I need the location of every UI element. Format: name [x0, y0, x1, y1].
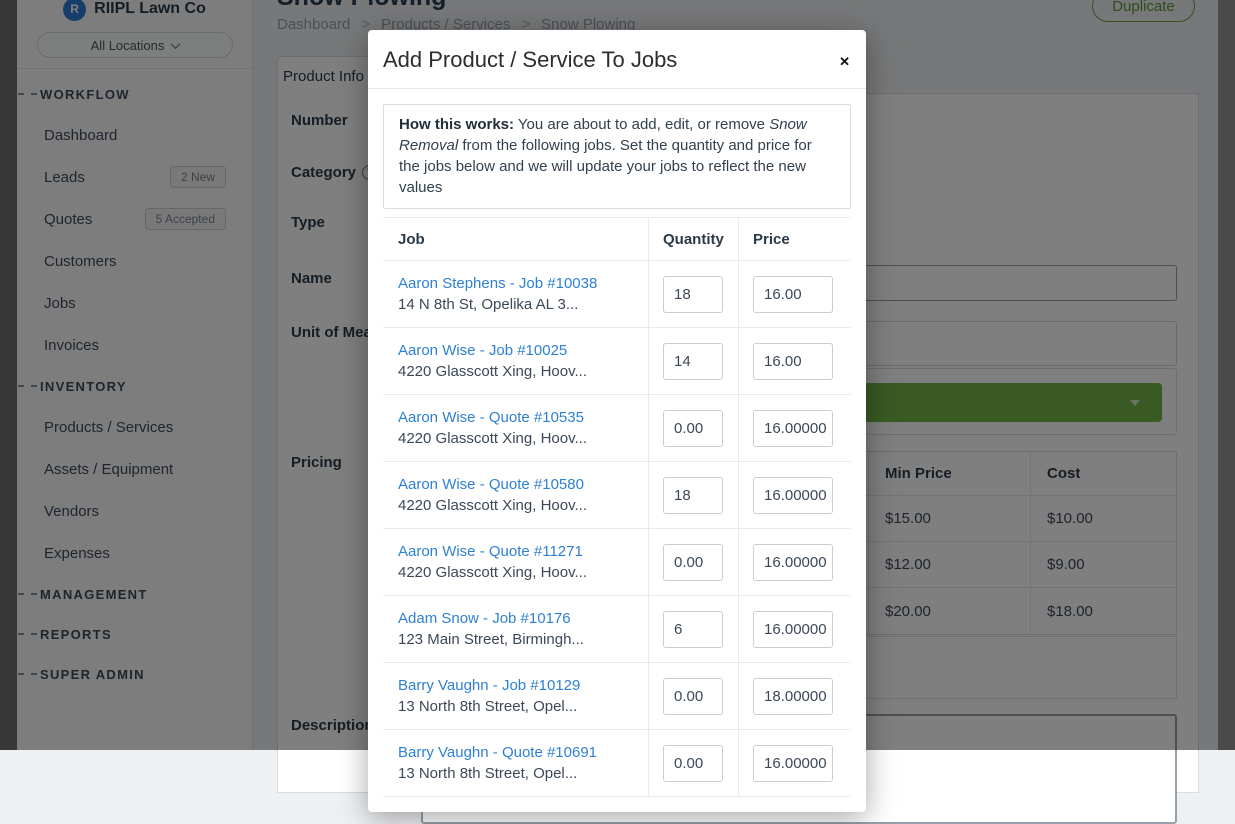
quantity-input[interactable]: [663, 276, 723, 313]
quantity-input[interactable]: [663, 611, 723, 648]
price-input[interactable]: [753, 410, 833, 447]
modal-body: How this works: You are about to add, ed…: [368, 89, 866, 812]
quantity-cell: [648, 529, 738, 595]
job-cell: Barry Vaughn - Job #10129 13 North 8th S…: [383, 677, 648, 715]
job-address: 4220 Glasscott Xing, Hoov...: [398, 564, 640, 581]
how-note-text-2: from the following jobs. Set the quantit…: [399, 137, 812, 196]
job-cell: Aaron Wise - Quote #10580 4220 Glasscott…: [383, 476, 648, 514]
quantity-cell: [648, 730, 738, 796]
job-cell: Aaron Wise - Quote #11271 4220 Glasscott…: [383, 543, 648, 581]
price-cell: [738, 261, 851, 327]
job-row: Adam Snow - Job #10176 123 Main Street, …: [383, 596, 851, 663]
job-address: 13 North 8th Street, Opel...: [398, 698, 640, 715]
quantity-cell: [648, 261, 738, 327]
close-icon[interactable]: [839, 54, 850, 70]
job-row: Barry Vaughn - Quote #10691 13 North 8th…: [383, 730, 851, 797]
jobs-table-body: Aaron Stephens - Job #10038 14 N 8th St,…: [383, 261, 851, 797]
job-cell: Adam Snow - Job #10176 123 Main Street, …: [383, 610, 648, 648]
price-cell: [738, 395, 851, 461]
quantity-input[interactable]: [663, 343, 723, 380]
job-link[interactable]: Aaron Wise - Quote #10580: [398, 476, 640, 493]
job-row: Aaron Stephens - Job #10038 14 N 8th St,…: [383, 261, 851, 328]
job-row: Aaron Wise - Quote #10580 4220 Glasscott…: [383, 462, 851, 529]
job-address: 123 Main Street, Birmingh...: [398, 631, 640, 648]
price-input[interactable]: [753, 611, 833, 648]
modal-header: Add Product / Service To Jobs: [368, 30, 866, 89]
quantity-cell: [648, 328, 738, 394]
quantity-cell: [648, 663, 738, 729]
price-input[interactable]: [753, 745, 833, 782]
quantity-input[interactable]: [663, 410, 723, 447]
price-cell: [738, 529, 851, 595]
job-link[interactable]: Aaron Wise - Quote #11271: [398, 543, 640, 560]
price-cell: [738, 462, 851, 528]
quantity-cell: [648, 395, 738, 461]
quantity-input[interactable]: [663, 544, 723, 581]
job-link[interactable]: Aaron Wise - Job #10025: [398, 342, 640, 359]
job-cell: Aaron Wise - Job #10025 4220 Glasscott X…: [383, 342, 648, 380]
quantity-input[interactable]: [663, 678, 723, 715]
job-address: 4220 Glasscott Xing, Hoov...: [398, 430, 640, 447]
job-cell: Aaron Stephens - Job #10038 14 N 8th St,…: [383, 275, 648, 313]
job-row: Aaron Wise - Quote #10535 4220 Glasscott…: [383, 395, 851, 462]
how-note-lead: How this works:: [399, 116, 514, 133]
price-cell: [738, 663, 851, 729]
modal-title: Add Product / Service To Jobs: [383, 47, 851, 73]
how-this-works-note: How this works: You are about to add, ed…: [383, 104, 851, 209]
col-price: Price: [738, 218, 851, 260]
how-note-text-1: You are about to add, edit, or remove: [514, 116, 769, 133]
quantity-cell: [648, 596, 738, 662]
price-input[interactable]: [753, 343, 833, 380]
job-address: 13 North 8th Street, Opel...: [398, 765, 640, 782]
jobs-table: Job Quantity Price Aaron Stephens - Job …: [383, 217, 851, 797]
job-address: 4220 Glasscott Xing, Hoov...: [398, 497, 640, 514]
quantity-input[interactable]: [663, 745, 723, 782]
job-row: Aaron Wise - Quote #11271 4220 Glasscott…: [383, 529, 851, 596]
price-input[interactable]: [753, 544, 833, 581]
job-link[interactable]: Barry Vaughn - Quote #10691: [398, 744, 640, 761]
quantity-input[interactable]: [663, 477, 723, 514]
job-link[interactable]: Aaron Stephens - Job #10038: [398, 275, 640, 292]
quantity-cell: [648, 462, 738, 528]
job-address: 14 N 8th St, Opelika AL 3...: [398, 296, 640, 313]
job-link[interactable]: Aaron Wise - Quote #10535: [398, 409, 640, 426]
jobs-table-header: Job Quantity Price: [383, 218, 851, 261]
job-address: 4220 Glasscott Xing, Hoov...: [398, 363, 640, 380]
col-job: Job: [383, 231, 648, 248]
job-row: Aaron Wise - Job #10025 4220 Glasscott X…: [383, 328, 851, 395]
job-row: Barry Vaughn - Job #10129 13 North 8th S…: [383, 663, 851, 730]
scrollbar[interactable]: [1218, 0, 1235, 750]
price-input[interactable]: [753, 678, 833, 715]
job-link[interactable]: Adam Snow - Job #10176: [398, 610, 640, 627]
price-cell: [738, 730, 851, 796]
add-product-modal: Add Product / Service To Jobs How this w…: [368, 30, 866, 812]
price-cell: [738, 596, 851, 662]
price-cell: [738, 328, 851, 394]
job-link[interactable]: Barry Vaughn - Job #10129: [398, 677, 640, 694]
job-cell: Aaron Wise - Quote #10535 4220 Glasscott…: [383, 409, 648, 447]
col-quantity: Quantity: [648, 218, 738, 260]
price-input[interactable]: [753, 276, 833, 313]
price-input[interactable]: [753, 477, 833, 514]
